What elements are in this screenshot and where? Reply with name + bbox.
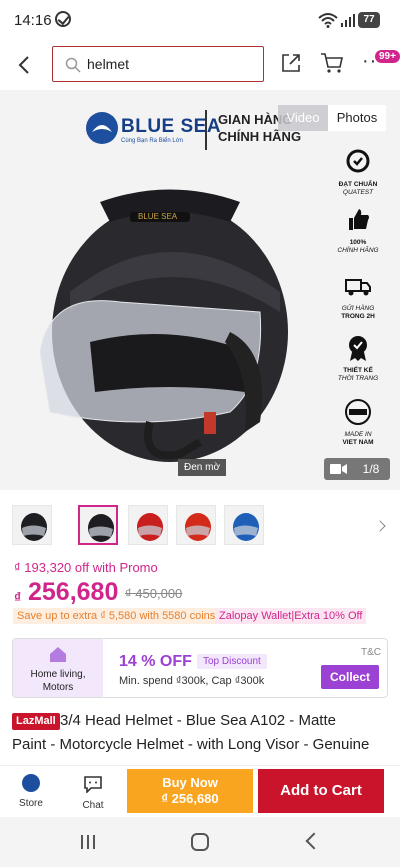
current-price: 256,680 [28, 578, 119, 606]
recent-apps-icon[interactable] [80, 834, 96, 850]
product-title-line2: Paint - Motorcycle Helmet - with Long Vi… [12, 736, 370, 753]
video-camera-icon[interactable] [324, 458, 352, 480]
feature-line1: 100% [349, 239, 367, 246]
coins-offer-chip[interactable]: Save up to extra ₫ 5,580 with 5580 coins [13, 608, 220, 624]
wifi-icon [318, 13, 338, 28]
original-price: ₫ 450,000 [125, 586, 183, 601]
chat-button[interactable]: Chat [70, 770, 116, 811]
feature-line1: ĐẠT CHUẨN [338, 181, 378, 188]
feature-line2: CHÍNH HÃNG [337, 247, 379, 254]
color-label: Đen mờ [178, 459, 227, 476]
buy-now-label: Buy Now [162, 775, 218, 790]
search-icon [65, 57, 81, 73]
product-title-line1: 3/4 Head Helmet - Blue Sea A102 - Matte [60, 712, 336, 729]
price-currency: ₫ [14, 589, 22, 605]
store-logo-icon [22, 774, 40, 792]
helmet-thumbnail-icon [233, 513, 259, 541]
terms-link[interactable]: T&C [361, 647, 381, 658]
buy-now-price: ₫ 256,680 [161, 791, 219, 806]
add-to-cart-button[interactable]: Add to Cart [258, 769, 384, 813]
check-circle-icon [55, 11, 71, 27]
search-value: helmet [87, 56, 130, 72]
award-badge-icon [349, 336, 367, 361]
feature-design: THIẾT KẾ THỜI TRANG [325, 334, 391, 383]
thumbnail-4[interactable] [176, 505, 216, 545]
bottom-action-bar: Store Chat Buy Now ₫ 256,680 Add to Cart [0, 765, 400, 817]
system-back-icon[interactable] [305, 832, 323, 850]
feature-made-in: MADE IN VIET NAM [325, 398, 391, 447]
feature-quality: ĐẠT CHUẨN QUATEST [325, 148, 391, 197]
voucher-percent: 14 % OFF [119, 653, 192, 670]
delivery-truck-icon [345, 279, 371, 296]
battery-icon: 77 [358, 12, 380, 28]
zalopay-offer-chip[interactable]: Zalopay Wallet|Extra 10% Off [215, 608, 367, 624]
home-icon[interactable] [191, 833, 209, 851]
tab-photos[interactable]: Photos [328, 105, 386, 131]
search-input[interactable]: helmet [52, 46, 264, 82]
status-time: 14:16 [14, 12, 52, 29]
cart-badge: 99+ [375, 50, 400, 63]
thumbnail-2[interactable] [78, 505, 118, 545]
feature-line1: THIẾT KẾ [343, 367, 373, 374]
feature-line2: QUATEST [342, 189, 374, 196]
thumbnail-strip [0, 500, 400, 556]
feature-line2: TRONG 2H [341, 313, 375, 320]
blue-sea-logo-icon [86, 112, 118, 144]
store-button[interactable]: Store [8, 770, 54, 809]
vietnam-stamp-icon [345, 399, 371, 425]
media-toggle: Video Photos [278, 105, 386, 131]
brand-divider [205, 110, 207, 150]
thumbnail-1[interactable] [12, 505, 52, 545]
buy-now-button[interactable]: Buy Now ₫ 256,680 [127, 769, 253, 813]
store-label: Store [19, 798, 43, 809]
cart-icon[interactable] [320, 52, 344, 74]
image-counter: 1/8 [352, 458, 390, 480]
thumbnail-3[interactable] [128, 505, 168, 545]
helmet-image: BLUE SEA [39, 189, 288, 462]
voucher-category-line1: Home living, [30, 669, 86, 680]
brand-tagline: Cùng Bạn Ra Biển Lớn [121, 138, 183, 144]
chat-icon [84, 776, 102, 794]
voucher-card: Home living, Motors 14 % OFF Top Discoun… [12, 638, 388, 698]
feature-genuine: 100% CHÍNH HÃNG [325, 206, 391, 255]
helmet-thumbnail-icon [88, 514, 114, 542]
chat-label: Chat [82, 800, 104, 811]
helmet-thumbnail-icon [185, 513, 211, 541]
share-icon[interactable] [280, 52, 302, 74]
feature-line2: THỜI TRANG [337, 375, 379, 382]
back-arrow-icon[interactable] [14, 54, 36, 76]
search-header: helmet ··· 99+ [0, 40, 400, 90]
official-store-label-2: CHÍNH HÃNG [218, 129, 302, 144]
voucher-terms: Min. spend ₫300k, Cap ₫300k [119, 675, 265, 687]
voucher-category: Home living, Motors [13, 639, 103, 697]
quality-check-icon [346, 149, 370, 173]
feature-line1: MADE IN [344, 431, 372, 438]
house-icon [50, 647, 66, 662]
promo-discount: ₫ 193,320 off with Promo [14, 560, 158, 575]
svg-text:BLUE SEA: BLUE SEA [138, 212, 178, 221]
collect-button[interactable]: Collect [321, 665, 379, 689]
system-nav-bar [0, 817, 400, 867]
status-bar: 14:16 77 [0, 0, 400, 40]
helmet-thumbnail-icon [137, 513, 163, 541]
feature-delivery: GỬI HÀNG TRONG 2H [325, 272, 391, 321]
lazmall-badge: LazMall [12, 713, 60, 730]
thumbnail-5[interactable] [224, 505, 264, 545]
feature-line1: GỬI HÀNG [341, 305, 375, 312]
feature-line2: VIET NAM [342, 439, 374, 446]
product-image-gallery[interactable]: BLUE SEA Cùng Bạn Ra Biển Lớn GIAN HÀNG … [0, 90, 400, 490]
thumbs-up-stars-icon [349, 209, 369, 230]
voucher-tag: Top Discount [197, 654, 267, 669]
voucher-category-line2: Motors [42, 682, 74, 693]
tab-video[interactable]: Video [278, 105, 328, 131]
signal-icon [341, 14, 355, 27]
helmet-thumbnail-icon [21, 513, 47, 541]
